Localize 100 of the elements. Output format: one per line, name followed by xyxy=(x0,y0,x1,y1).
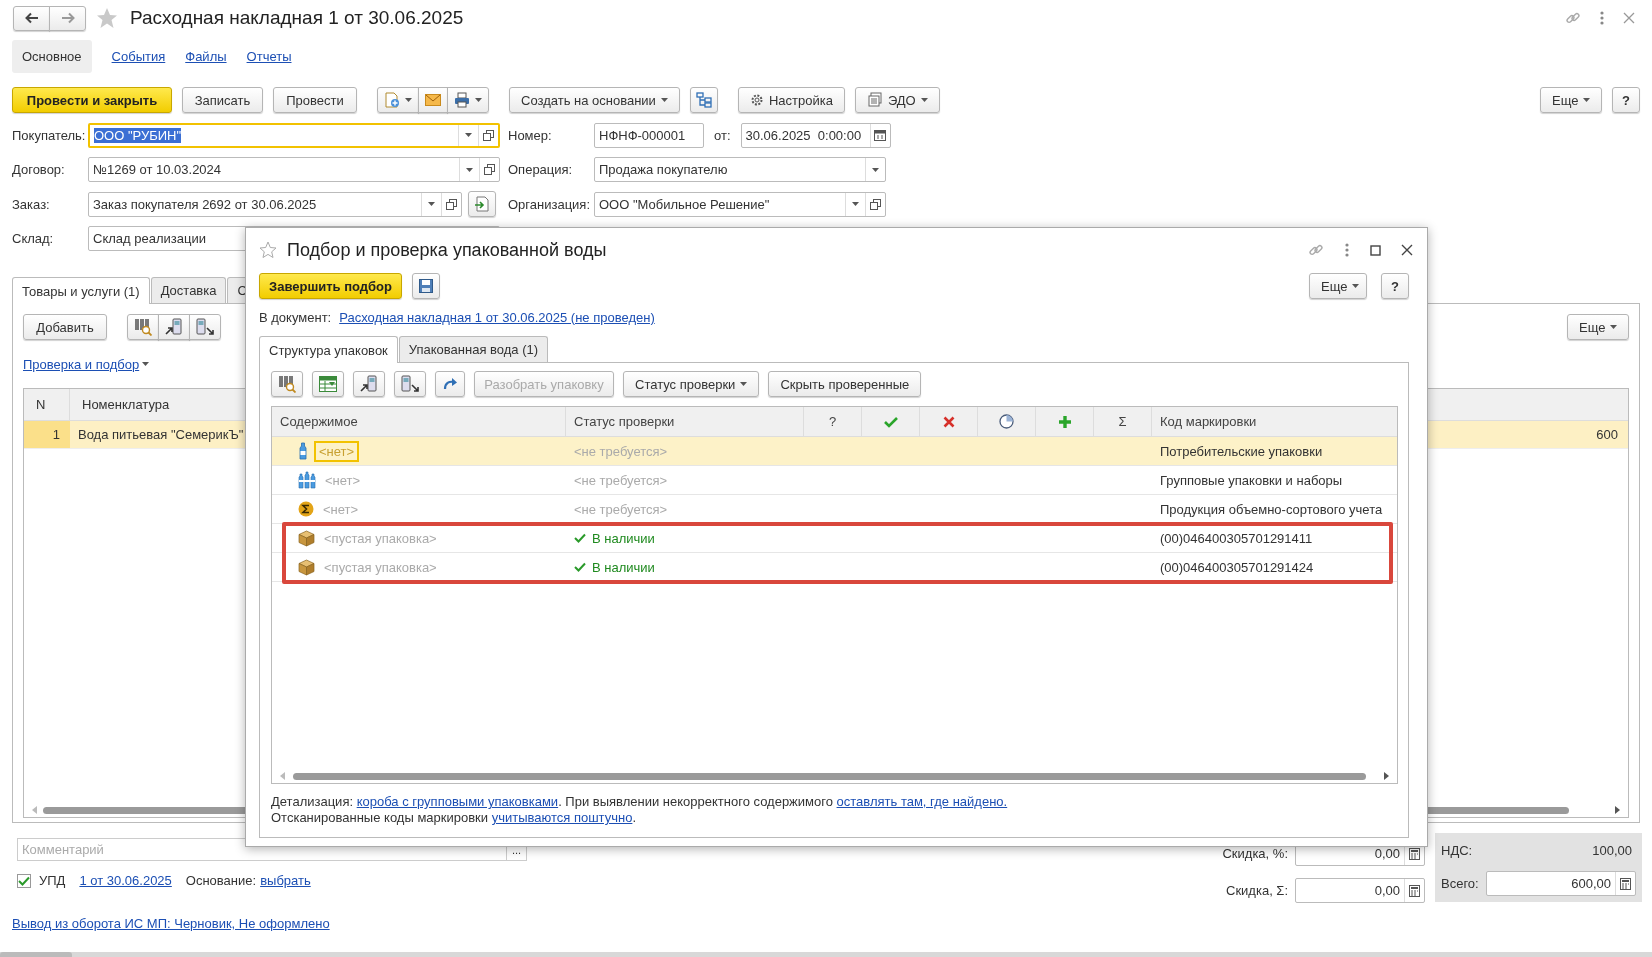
scrollbar[interactable] xyxy=(0,952,1652,957)
finish-button[interactable]: Завершить подбор xyxy=(259,273,402,299)
email-button[interactable] xyxy=(418,87,448,113)
upd-link[interactable]: 1 от 30.06.2025 xyxy=(79,873,172,888)
check-link[interactable]: Проверка и подбор xyxy=(23,356,140,372)
section-tab[interactable]: Отчеты xyxy=(246,48,292,64)
caret-icon xyxy=(475,98,482,102)
tab[interactable]: Структура упаковок xyxy=(259,336,398,363)
open-icon xyxy=(484,164,495,176)
field-label: Заказ: xyxy=(12,196,51,212)
status-link[interactable]: Вывод из оборота ИС МП: Черновик, Не оформлено xyxy=(12,916,330,931)
select-link[interactable]: выбрать xyxy=(260,873,311,888)
table-cell-text: 600 xyxy=(1596,427,1619,442)
date-field[interactable]: 30.06.2025 0:00:00 xyxy=(740,122,891,148)
section-tab[interactable]: Основное xyxy=(12,39,92,73)
table-row[interactable]: <пустая упаковка> В наличии (00)046400305701291411 xyxy=(272,524,1397,553)
print-button[interactable] xyxy=(447,87,489,113)
barcode-search-button[interactable] xyxy=(271,371,303,397)
settings-icon xyxy=(749,93,764,107)
more-button[interactable]: Еще xyxy=(1309,273,1367,299)
redo-button[interactable] xyxy=(435,371,465,397)
basis-label: Основание: xyxy=(185,873,257,888)
create-based-button[interactable]: Создать на основании xyxy=(509,87,680,113)
note-link[interactable]: оставлять там, где найдено. xyxy=(836,794,1008,809)
document-menu-button[interactable] xyxy=(377,87,419,113)
field-value: Склад реализации xyxy=(93,231,206,247)
post-close-button[interactable]: Провести и закрыть xyxy=(12,87,172,113)
close-icon xyxy=(1623,12,1635,24)
hide-checked-button[interactable]: Скрыть проверенные xyxy=(768,371,922,397)
help-button[interactable]: ? xyxy=(1381,273,1409,299)
tab[interactable]: Товары и услуги (1) xyxy=(12,277,150,304)
caret-icon xyxy=(872,167,879,172)
fill-button[interactable] xyxy=(468,191,496,218)
floppy-icon xyxy=(419,279,433,293)
input-field[interactable]: Заказ покупателя 2692 от 30.06.2025 xyxy=(88,191,462,217)
caret-icon xyxy=(465,133,472,138)
back-button[interactable] xyxy=(13,5,50,31)
table-row[interactable]: <нет> <не требуется> Потребительские упаковки xyxy=(272,437,1397,466)
caret-icon xyxy=(740,382,748,386)
table-cell: 1 xyxy=(24,421,70,448)
scroll-right-icon[interactable] xyxy=(1615,806,1620,814)
section-tab[interactable]: События xyxy=(111,48,166,64)
scanner-button[interactable] xyxy=(158,314,190,340)
table-row[interactable]: <нет> <не требуется> Продукция объемно-сортового учета xyxy=(272,495,1397,524)
field-label: от: xyxy=(714,127,731,143)
open-icon xyxy=(870,198,881,210)
more-button[interactable]: Еще xyxy=(1540,87,1602,113)
structure-button[interactable] xyxy=(689,87,718,113)
link-icon xyxy=(1565,10,1581,26)
caret-icon xyxy=(1610,325,1618,329)
field-label: Операция: xyxy=(508,162,574,178)
input-field[interactable]: ООО "РУБИН" xyxy=(88,122,500,148)
table-row[interactable]: <нет> <не требуется> Групповые упаковки и наборы xyxy=(272,466,1397,495)
select-field[interactable]: ООО "Мобильное Решение" xyxy=(594,191,886,217)
discount-field[interactable]: 0,00 xyxy=(1295,878,1425,903)
section-tab[interactable]: Файлы xyxy=(185,48,227,64)
barcode-search-button[interactable] xyxy=(127,314,159,340)
link-icon xyxy=(1308,242,1324,258)
calculator-icon xyxy=(1409,884,1420,897)
status-text: <не требуется> xyxy=(574,472,668,488)
total-field[interactable]: 600,00 xyxy=(1486,871,1636,896)
table-button[interactable] xyxy=(312,371,344,397)
post-button[interactable]: Провести xyxy=(273,87,357,113)
column-header: Статус проверки xyxy=(574,414,675,429)
table-row[interactable]: <пустая упаковка> В наличии (00)046400305701291424 xyxy=(272,553,1397,582)
save-button[interactable] xyxy=(412,273,440,299)
field-label: Склад: xyxy=(12,231,55,247)
bottle-icon xyxy=(298,442,308,460)
scanner-button[interactable] xyxy=(353,371,385,397)
clock-icon xyxy=(999,414,1014,429)
status-button[interactable]: Статус проверки xyxy=(623,371,760,397)
note-link[interactable]: короба с групповыми упаковками xyxy=(356,794,559,809)
tab[interactable]: Доставка xyxy=(150,277,227,303)
select-field[interactable]: Продажа покупателю xyxy=(594,157,886,183)
vat-amount: 100,00 xyxy=(1591,843,1633,858)
save-button[interactable]: Записать xyxy=(182,87,263,113)
checkbox-label: УПД xyxy=(39,873,66,888)
scroll-right-icon[interactable] xyxy=(1384,772,1389,780)
box-icon xyxy=(298,529,315,547)
table-icon xyxy=(319,376,337,392)
add-button[interactable]: Добавить xyxy=(23,314,107,340)
status-text: В наличии xyxy=(592,530,655,546)
checkbox[interactable] xyxy=(17,873,31,888)
window-title: Расходная накладная 1 от 30.06.2025 xyxy=(130,7,464,29)
table-cell-text: Вода питьевая "СемерикЪ" xyxy=(77,427,245,442)
input-field[interactable]: №1269 от 10.03.2024 xyxy=(88,157,500,183)
help-button[interactable]: ? xyxy=(1612,87,1640,113)
printer-icon xyxy=(454,92,470,108)
settings-button[interactable]: Настройка xyxy=(737,87,845,113)
scanner-button[interactable] xyxy=(394,371,426,397)
tab[interactable]: Упакованная вода (1) xyxy=(398,336,549,362)
document-link[interactable]: Расходная накладная 1 от 30.06.2025 (не проведен) xyxy=(339,309,655,325)
number-field[interactable]: НФНФ-000001 xyxy=(594,122,704,148)
barcode-search-icon xyxy=(278,375,296,393)
more-button[interactable]: Еще xyxy=(1567,314,1629,340)
scanner-button[interactable] xyxy=(189,314,221,340)
edo-button[interactable]: ЭДО xyxy=(854,87,940,113)
field-label: НДС: xyxy=(1441,843,1474,858)
document-stack-icon xyxy=(866,92,883,108)
more-icon xyxy=(1599,10,1605,26)
